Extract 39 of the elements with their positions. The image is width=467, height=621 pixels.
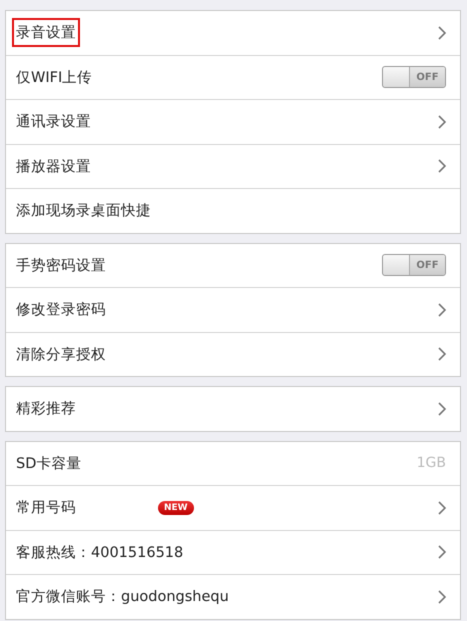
- chevron-icon: [438, 26, 446, 40]
- chevron-icon: [438, 114, 446, 129]
- settings-row[interactable]: 通讯录设置: [6, 99, 460, 144]
- setting-label: 精彩推荐: [15, 400, 77, 420]
- new-badge: NEW: [158, 500, 194, 515]
- chevron-icon: [438, 545, 446, 560]
- chevron-icon: [438, 347, 446, 362]
- setting-label: 客服热线：4001516518: [15, 544, 184, 563]
- setting-label: 常用号码: [15, 499, 77, 518]
- setting-label: 录音设置: [12, 18, 80, 48]
- setting-label: SD卡容量: [15, 454, 82, 474]
- settings-row[interactable]: SD卡容量 1GB: [6, 442, 460, 485]
- settings-row[interactable]: 播放器设置: [6, 144, 460, 188]
- settings-row[interactable]: 仅WIFI上传 OFF: [6, 54, 460, 99]
- chevron-icon: [438, 500, 446, 515]
- setting-label: 添加现场录桌面快捷: [15, 202, 152, 222]
- switch-text: OFF: [409, 67, 445, 88]
- setting-label: 通讯录设置: [15, 113, 92, 132]
- settings-row[interactable]: 官方微信账号：guodongshequ: [6, 574, 460, 618]
- settings-row[interactable]: 客服热线：4001516518: [6, 530, 460, 574]
- chevron-icon: [438, 402, 446, 416]
- setting-value: 1GB: [416, 455, 446, 472]
- setting-label: 仅WIFI上传: [15, 68, 94, 88]
- chevron-icon: [438, 302, 446, 317]
- settings-row[interactable]: 添加现场录桌面快捷: [6, 188, 460, 232]
- setting-label: 清除分享授权: [15, 346, 107, 365]
- chevron-icon: [438, 159, 446, 174]
- switch-text: OFF: [409, 255, 445, 276]
- settings-row[interactable]: 修改登录密码: [6, 287, 460, 332]
- settings-row[interactable]: 录音设置: [6, 11, 460, 54]
- setting-label: 播放器设置: [15, 158, 92, 177]
- settings-row[interactable]: 清除分享授权: [6, 332, 460, 376]
- setting-label: 手势密码设置: [15, 256, 107, 276]
- setting-label: 修改登录密码: [15, 300, 107, 320]
- settings-row[interactable]: 常用号码 NEW: [6, 485, 460, 530]
- setting-label: 官方微信账号：guodongshequ: [15, 588, 230, 608]
- chevron-icon: [438, 590, 446, 604]
- settings-row[interactable]: 手势密码设置 OFF: [6, 244, 460, 287]
- settings-row[interactable]: 精彩推荐: [6, 387, 460, 430]
